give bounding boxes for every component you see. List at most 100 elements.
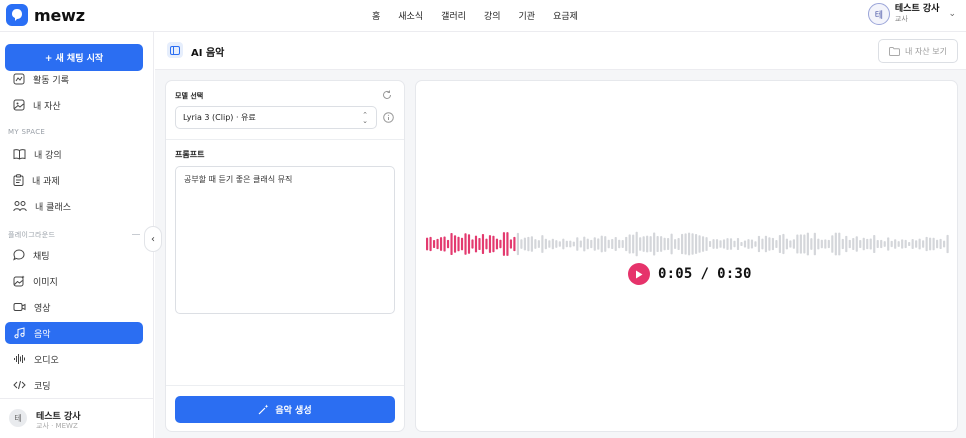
sidebar-item-image[interactable]: 이미지	[5, 270, 143, 292]
nav-home[interactable]: 홈	[372, 9, 380, 22]
model-select-value: Lyria 3 (Clip) · 유료	[183, 113, 256, 122]
main-nav: 홈 새소식 갤러리 강의 기관 요금제	[372, 9, 596, 22]
sidebar-item-audio[interactable]: 오디오	[5, 348, 143, 370]
prompt-textarea[interactable]: 공부할 때 듣기 좋은 클래식 뮤직	[175, 166, 395, 314]
waveform-bar	[817, 238, 820, 250]
sidebar-item-chat[interactable]: 채팅	[5, 244, 143, 266]
users-icon	[13, 201, 27, 212]
sidebar-item-assets[interactable]: 내 자산	[5, 94, 143, 116]
image-sparkle-icon	[13, 275, 25, 287]
waveform-bar	[485, 238, 488, 250]
nav-news[interactable]: 새소식	[398, 9, 423, 22]
chat-icon	[13, 249, 25, 261]
waveform-bar	[845, 235, 848, 253]
sidebar-item-video[interactable]: 영상	[5, 296, 143, 318]
waveform-bar	[803, 234, 806, 254]
video-icon	[13, 303, 26, 311]
playground-section-title: 플레이그라운드	[8, 231, 56, 239]
info-icon[interactable]	[383, 112, 394, 123]
model-select[interactable]: Lyria 3 (Clip) · 유료 ⌃ ⌄	[175, 106, 377, 129]
waveform-bar	[943, 240, 946, 248]
waveform-bar	[855, 236, 858, 252]
waveform-bar	[883, 241, 886, 247]
waveform-bar	[722, 239, 726, 249]
waveform-bar	[852, 237, 855, 251]
sidebar-user[interactable]: 테 테스트 강사 교사 · MEWZ	[0, 398, 154, 438]
waveform-bar	[848, 239, 851, 249]
waveform-bar	[621, 240, 624, 248]
waveform-bar	[792, 239, 795, 249]
waveform-bar	[562, 238, 565, 250]
nav-pricing[interactable]: 요금제	[553, 9, 578, 22]
waveform-bar	[866, 238, 869, 250]
waveform-bar	[474, 235, 478, 253]
waveform-bar	[834, 232, 837, 256]
page-title: AI 음악	[191, 48, 225, 59]
waveform-bar	[904, 239, 907, 249]
nav-courses[interactable]: 강의	[484, 9, 501, 22]
waveform-bar	[495, 238, 499, 250]
waveform-bar	[785, 238, 788, 250]
nav-institutions[interactable]: 기관	[519, 9, 536, 22]
waveform-bar	[625, 236, 628, 252]
waveform-bar	[523, 237, 526, 251]
waveform-bar	[764, 235, 768, 253]
waveform-bar	[946, 234, 949, 254]
waveform-bar	[667, 238, 670, 250]
sidebar-item-label: 내 강의	[34, 150, 62, 161]
generate-music-button[interactable]: 음악 생성	[175, 396, 395, 423]
sidebar-item-music[interactable]: 음악	[5, 322, 143, 344]
waveform-bar	[754, 241, 757, 247]
waveform-bar	[901, 239, 904, 249]
waveform-bar	[761, 238, 764, 250]
waveform-bar	[513, 236, 516, 252]
nav-gallery[interactable]: 갤러리	[441, 9, 466, 22]
collapse-sidebar-button[interactable]: ‹	[144, 226, 162, 252]
refresh-icon[interactable]	[382, 90, 392, 100]
waveform-bar	[715, 239, 719, 249]
sidebar-item-my-courses[interactable]: 내 강의	[5, 143, 143, 165]
waveform-bar	[457, 236, 460, 252]
avatar: 테	[867, 3, 890, 25]
waveform-bar	[481, 233, 485, 255]
waveform-bar	[488, 235, 492, 253]
generate-label: 음악 생성	[275, 406, 312, 416]
sidebar-panel-icon[interactable]	[167, 42, 183, 58]
logo[interactable]: mewz	[6, 4, 85, 26]
waveform-bar	[663, 237, 666, 251]
view-assets-button[interactable]: 내 자산 보기	[878, 39, 958, 63]
sidebar-item-coding[interactable]: 코딩	[5, 374, 143, 396]
waveform-bar	[757, 235, 761, 253]
waveform-bar	[635, 231, 638, 257]
waveform-bar	[859, 239, 862, 249]
waveform-bar	[915, 240, 918, 248]
sidebar-item-my-assignments[interactable]: 내 과제	[5, 169, 143, 191]
sidebar-item-activity[interactable]: 활동 기록	[5, 68, 143, 90]
waveform-bar	[670, 233, 673, 255]
waveform-bar	[925, 236, 928, 252]
waveform-bar	[712, 239, 715, 249]
waveform-bar	[516, 232, 519, 256]
play-icon	[636, 270, 643, 278]
waveform-bar	[642, 236, 645, 252]
waveform-bar	[932, 237, 935, 251]
waveform-bar	[565, 240, 568, 248]
play-button[interactable]	[628, 263, 650, 285]
waveform-bar	[873, 234, 876, 253]
page-header: AI 음악 내 자산 보기	[155, 32, 966, 70]
new-chat-button[interactable]: + 새 채팅 시작	[5, 44, 143, 71]
waveform-bar	[579, 240, 582, 248]
waveform-bar	[611, 238, 614, 250]
waveform-bar	[614, 237, 617, 251]
waveform-bar	[537, 240, 540, 248]
select-arrows-icon: ⌃ ⌄	[362, 111, 368, 125]
profile-menu[interactable]: 테 테스트 강사 교사 ⌄	[867, 3, 956, 25]
waveform-bar	[698, 235, 701, 253]
avatar: 테	[9, 409, 27, 427]
waveform-bar	[719, 240, 722, 248]
audio-waveform[interactable]	[426, 231, 950, 257]
code-icon	[13, 380, 26, 390]
waveform-bar	[922, 240, 925, 248]
sidebar-item-my-classes[interactable]: 내 클래스	[5, 195, 143, 217]
music-icon	[14, 327, 25, 339]
